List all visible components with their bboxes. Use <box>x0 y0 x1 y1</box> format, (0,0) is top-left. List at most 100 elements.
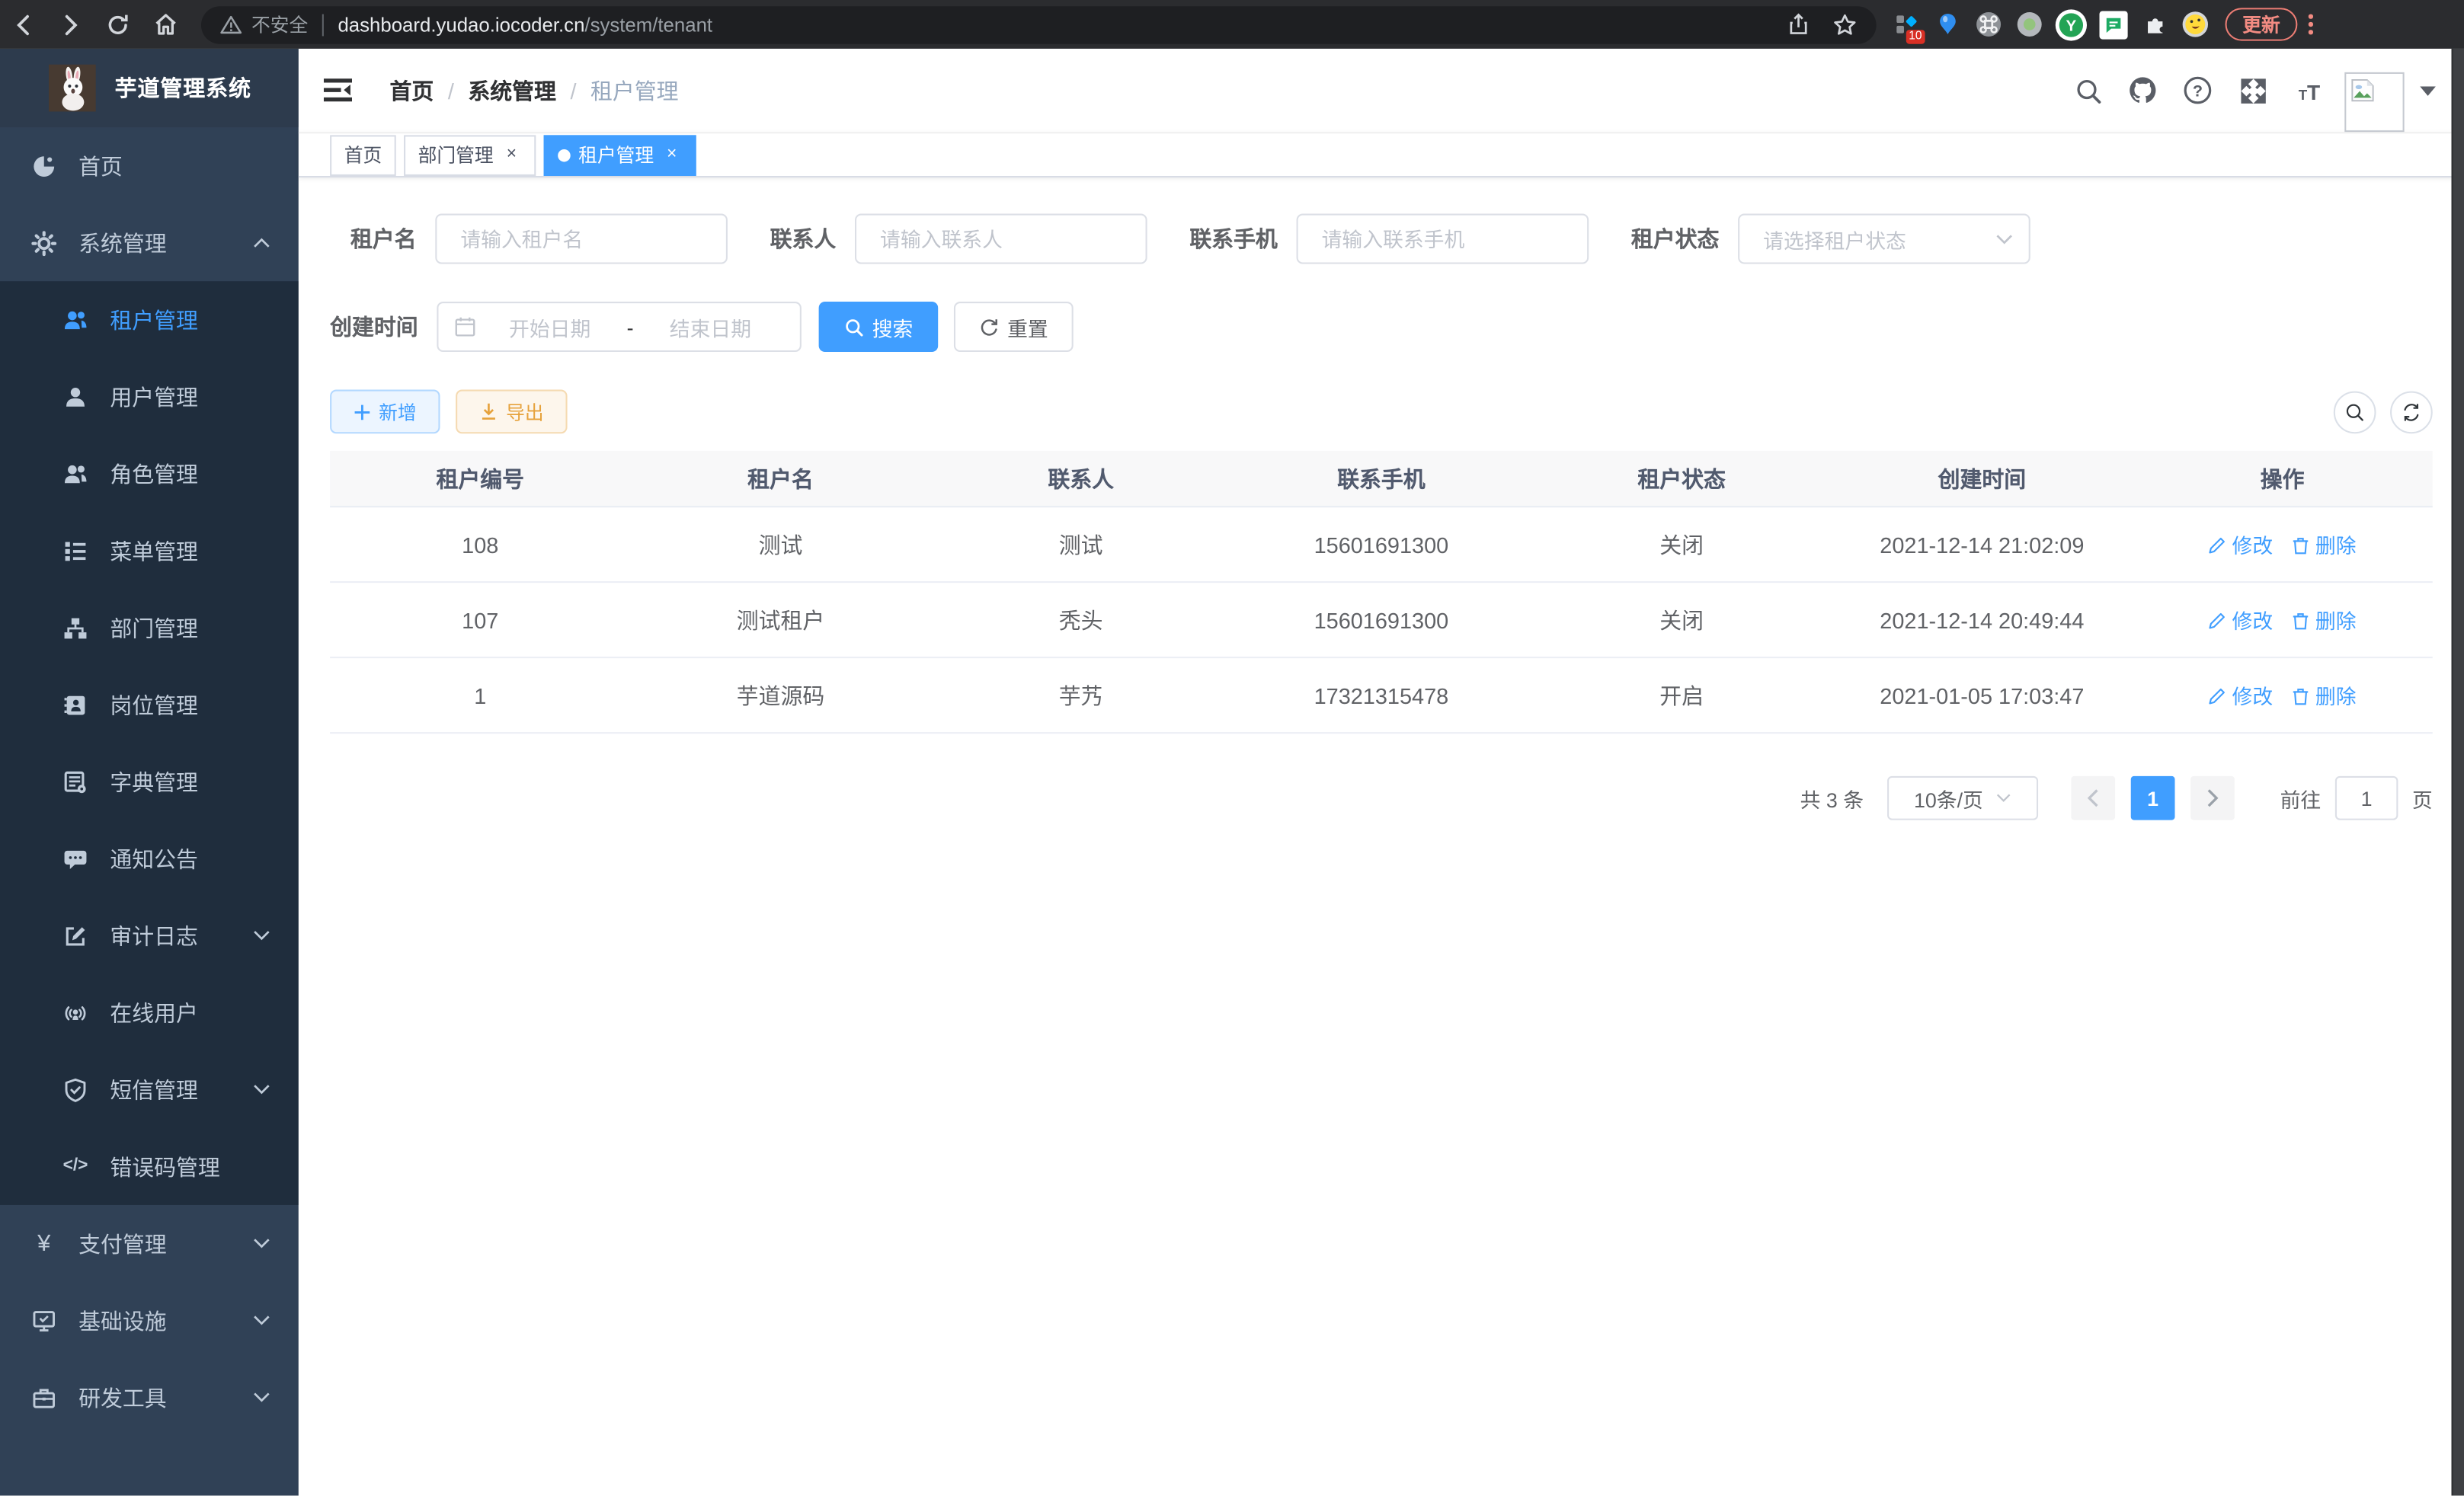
breadcrumb-current: 租户管理 <box>590 75 679 106</box>
tag-dept[interactable]: 部门管理 × <box>404 134 536 175</box>
refresh-table-button[interactable] <box>2390 391 2433 433</box>
sidebar-item-role[interactable]: 角色管理 <box>0 435 299 512</box>
extension-balloon-icon[interactable] <box>1933 10 1961 38</box>
page-size-select[interactable]: 10条/页 <box>1887 776 2038 820</box>
browser-reload-button[interactable] <box>94 11 142 37</box>
edit-button[interactable]: 修改 <box>2209 605 2274 635</box>
svg-text:?: ? <box>2193 81 2203 100</box>
extension-y-icon[interactable]: Y <box>2056 8 2087 40</box>
refresh-icon <box>2402 401 2422 422</box>
sidebar-item-system[interactable]: 系统管理 <box>0 204 299 281</box>
bookmark-star-icon[interactable] <box>1832 11 1858 37</box>
start-date-placeholder[interactable]: 开始日期 <box>476 312 624 341</box>
chevron-down-icon <box>253 1238 270 1248</box>
browser-back-button[interactable] <box>0 11 47 37</box>
end-date-placeholder[interactable]: 结束日期 <box>637 312 785 341</box>
sidebar-item-infra[interactable]: 基础设施 <box>0 1282 299 1359</box>
sidebar-item-dept[interactable]: 部门管理 <box>0 589 299 666</box>
github-link[interactable] <box>2115 75 2170 105</box>
sidebar-item-user[interactable]: 用户管理 <box>0 358 299 435</box>
search-button[interactable]: 搜索 <box>819 302 939 352</box>
sidebar-collapse-button[interactable] <box>324 78 352 102</box>
tag-tenant[interactable]: 租户管理 × <box>544 134 696 175</box>
sidebar-item-audit-log[interactable]: 审计日志 <box>0 897 299 974</box>
sidebar-item-dev-tools[interactable]: 研发工具 <box>0 1359 299 1436</box>
sidebar-item-tenant[interactable]: 租户管理 <box>0 281 299 358</box>
browser-forward-button[interactable] <box>47 11 94 37</box>
tenant-name-input[interactable] <box>435 214 728 264</box>
sidebar-logo-row[interactable]: 芋道管理系统 <box>0 49 299 127</box>
delete-button[interactable]: 删除 <box>2292 605 2357 635</box>
extension-stack-icon[interactable]: 10 <box>1892 10 1920 38</box>
column-header: 租户状态 <box>1531 462 1832 494</box>
sidebar-item-pay[interactable]: ¥ 支付管理 <box>0 1205 299 1282</box>
menu-tree-icon <box>63 538 88 563</box>
browser-menu-icon[interactable] <box>2309 14 2313 34</box>
url-path: /system/tenant <box>584 14 712 36</box>
breadcrumb-home[interactable]: 首页 <box>390 75 434 106</box>
sidebar-item-dict[interactable]: 字典管理 <box>0 743 299 820</box>
filter-row-2: 创建时间 开始日期 - 结束日期 搜索 重置 <box>330 302 2433 352</box>
sidebar-item-home[interactable]: 首页 <box>0 127 299 204</box>
add-button[interactable]: 新增 <box>330 390 440 434</box>
edit-button[interactable]: 修改 <box>2209 680 2274 710</box>
system-submenu: 租户管理 用户管理 角色管理 菜单管理 部门管理 <box>0 281 299 1205</box>
tag-home[interactable]: 首页 <box>330 134 396 175</box>
help-button[interactable]: ? <box>2170 75 2225 105</box>
mobile-input[interactable] <box>1297 214 1589 264</box>
user-avatar[interactable] <box>2344 72 2404 132</box>
dictionary-icon <box>63 769 88 794</box>
sidebar-item-menu[interactable]: 菜单管理 <box>0 512 299 589</box>
address-bar[interactable]: 不安全 dashboard.yudao.iocoder.cn/system/te… <box>201 5 1877 43</box>
next-page-button[interactable] <box>2190 776 2235 820</box>
browser-home-button[interactable] <box>142 11 189 37</box>
current-page[interactable]: 1 <box>2131 776 2175 820</box>
font-size-button[interactable]: TT <box>2280 76 2335 104</box>
extension-puzzle-icon[interactable] <box>2140 10 2168 38</box>
close-icon[interactable]: × <box>661 145 682 165</box>
briefcase-icon <box>31 1385 56 1410</box>
share-icon[interactable] <box>1787 13 1810 37</box>
calendar-icon <box>454 316 476 338</box>
avatar-caret-icon[interactable] <box>2420 85 2436 94</box>
sidebar-item-post[interactable]: 岗位管理 <box>0 666 299 743</box>
show-search-toggle-button[interactable] <box>2334 391 2376 433</box>
status-select[interactable]: 请选择租户状态 <box>1738 214 2030 264</box>
yen-icon: ¥ <box>31 1231 56 1256</box>
svg-text:T: T <box>2298 86 2307 102</box>
security-label[interactable]: 不安全 <box>251 11 308 37</box>
sidebar-item-online-user[interactable]: 在线用户 <box>0 974 299 1051</box>
goto-label: 前往 <box>2280 783 2322 813</box>
extension-dot-icon[interactable] <box>2014 10 2043 38</box>
fullscreen-button[interactable] <box>2226 76 2280 104</box>
breadcrumb-system[interactable]: 系统管理 <box>468 75 556 106</box>
browser-extensions: 10 Y <box>1892 8 2210 40</box>
contact-input[interactable] <box>855 214 1147 264</box>
column-header: 联系手机 <box>1231 462 1531 494</box>
create-time-range-picker[interactable]: 开始日期 - 结束日期 <box>437 302 802 352</box>
column-header: 租户名 <box>630 462 930 494</box>
header-search-button[interactable] <box>2060 76 2115 104</box>
shield-check-icon <box>63 1077 88 1102</box>
edit-button[interactable]: 修改 <box>2209 529 2274 559</box>
reset-button[interactable]: 重置 <box>954 302 1074 352</box>
sidebar-item-notice[interactable]: 通知公告 <box>0 820 299 897</box>
chevron-down-icon <box>1995 233 2013 244</box>
prev-page-button[interactable] <box>2071 776 2115 820</box>
browser-scrollbar[interactable] <box>2452 49 2464 1496</box>
extension-emoji-icon[interactable] <box>2181 10 2210 38</box>
extension-command-icon[interactable] <box>1974 10 2002 38</box>
delete-button[interactable]: 删除 <box>2292 529 2357 559</box>
browser-update-button[interactable]: 更新 <box>2226 8 2298 40</box>
url-separator <box>322 14 324 36</box>
roles-icon <box>63 461 88 486</box>
top-navbar: 首页 / 系统管理 / 租户管理 ? <box>299 49 2464 132</box>
export-button[interactable]: 导出 <box>456 390 567 434</box>
close-icon[interactable]: × <box>501 145 522 165</box>
delete-button[interactable]: 删除 <box>2292 680 2357 710</box>
sidebar-item-error-code[interactable]: </> 错误码管理 <box>0 1128 299 1205</box>
sidebar-item-sms[interactable]: 短信管理 <box>0 1051 299 1128</box>
extension-chat-icon[interactable] <box>2100 10 2128 38</box>
download-icon <box>479 402 498 421</box>
goto-page-input[interactable] <box>2335 776 2398 820</box>
